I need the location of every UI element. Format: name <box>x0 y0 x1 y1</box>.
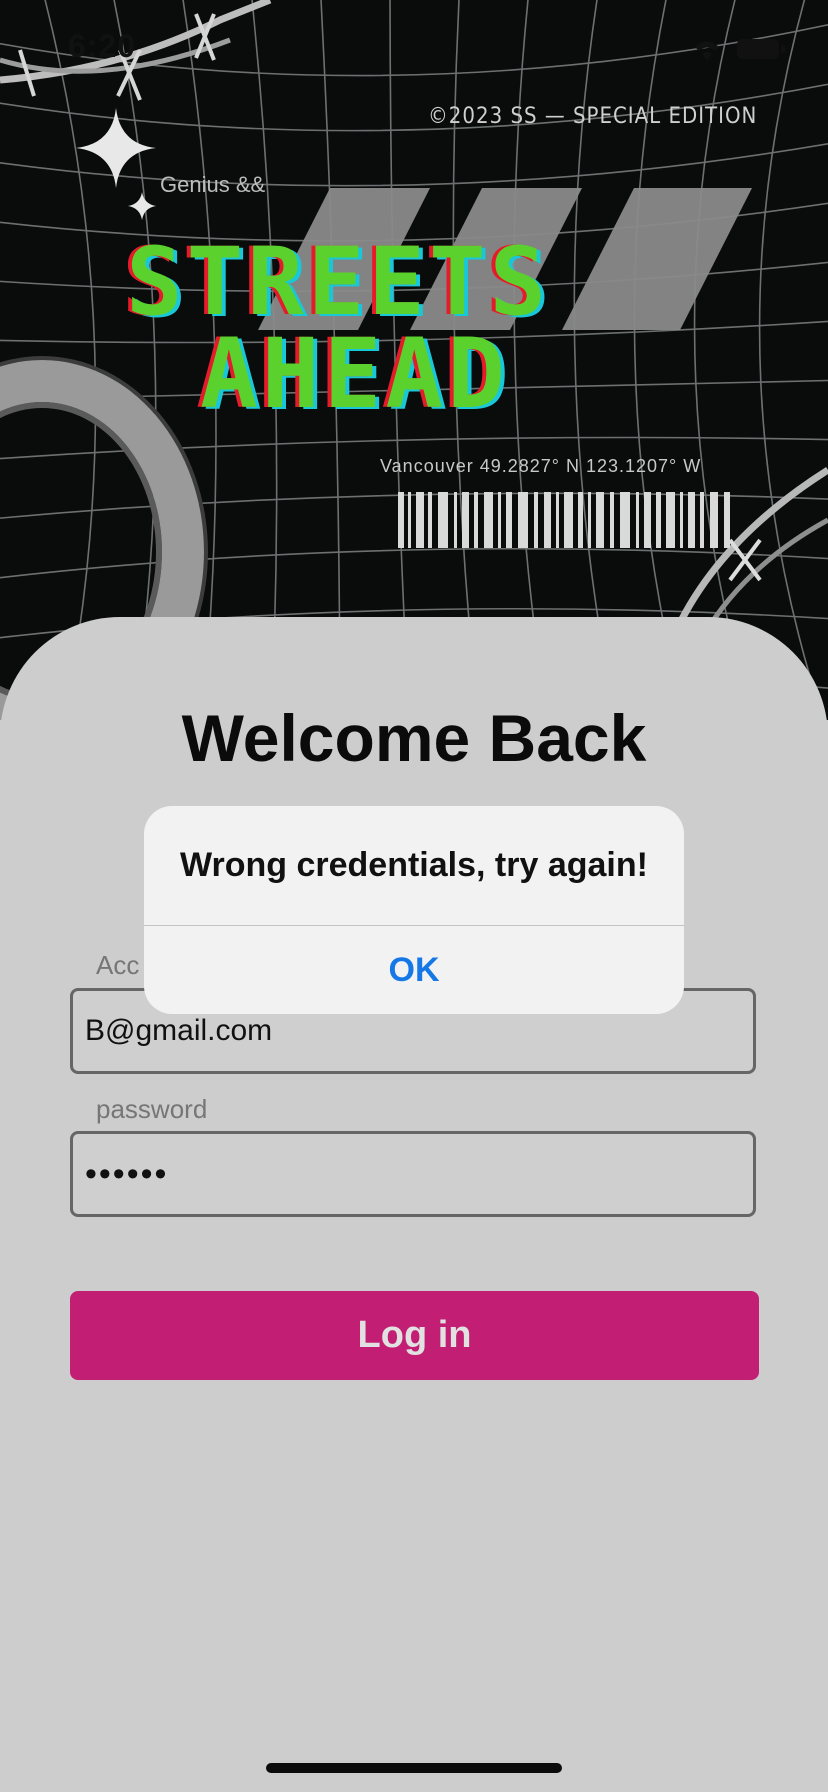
password-label: password <box>96 1094 208 1124</box>
welcome-heading: Welcome Back <box>181 701 647 775</box>
edition-text: ©2023 SS — SPECIAL EDITION <box>428 104 758 129</box>
account-label: Acc <box>96 950 140 980</box>
wifi-icon <box>690 36 724 62</box>
status-time: 6:20 <box>68 28 137 64</box>
banner-image: 6:20 ©2023 SS — SPECIAL EDITION Genius &… <box>0 0 828 720</box>
home-indicator[interactable] <box>266 1763 562 1773</box>
battery-icon <box>736 37 786 61</box>
barbed-wire-graphic <box>0 0 272 101</box>
tagline-text: Genius && <box>160 172 266 197</box>
alert-ok-button[interactable]: OK <box>144 926 684 1014</box>
status-icons <box>690 36 786 62</box>
barcode-graphic <box>398 492 730 548</box>
sparkle-icon <box>76 108 156 220</box>
coordinates-text: Vancouver 49.2827° N 123.1207° W <box>380 456 702 476</box>
error-alert: Wrong credentials, try again! OK <box>144 806 684 1014</box>
password-field[interactable]: •••••• <box>70 1131 756 1217</box>
title-line-2: AHeaD <box>200 318 509 430</box>
alert-message: Wrong credentials, try again! <box>144 806 684 926</box>
login-button[interactable]: Log in <box>70 1291 759 1380</box>
